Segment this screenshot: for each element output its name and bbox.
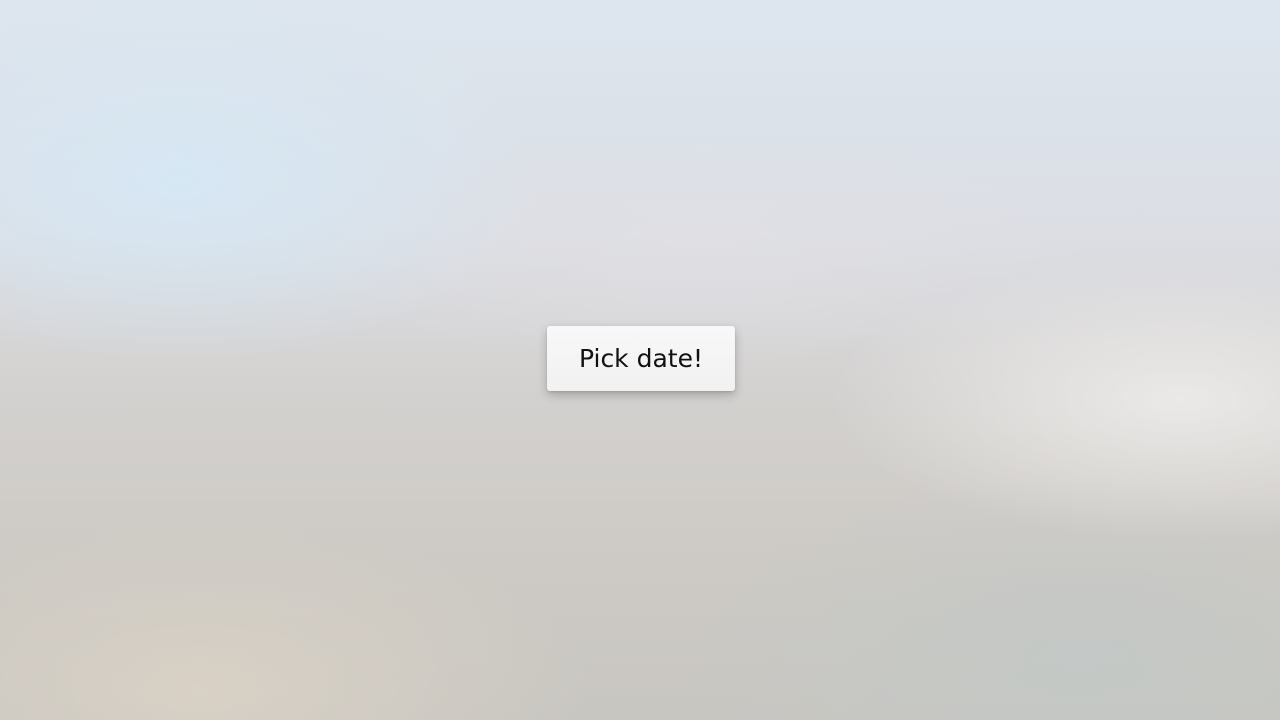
pick-date-button[interactable]: Pick date! [547, 326, 735, 391]
